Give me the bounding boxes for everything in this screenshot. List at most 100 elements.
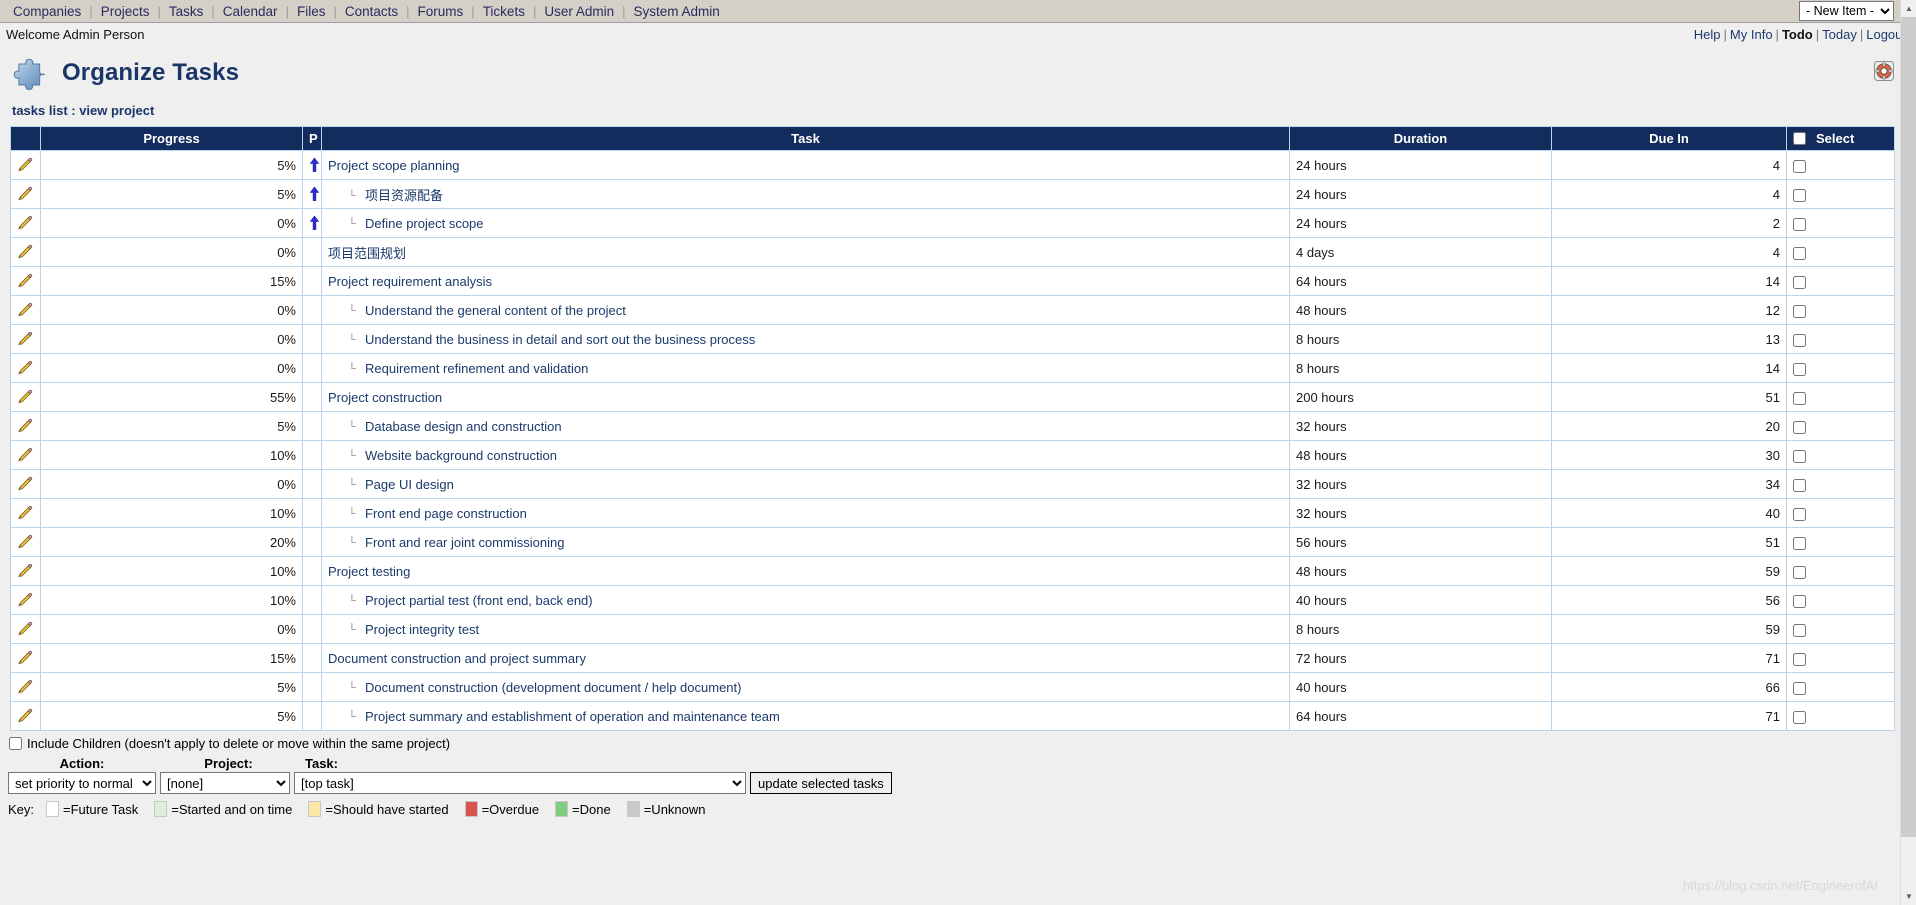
scrollbar-thumb[interactable]	[1901, 17, 1916, 837]
priority-cell	[302, 701, 322, 731]
nav-item-list: Companies | Projects | Tasks | Calendar | Files |…	[5, 4, 728, 19]
task-link[interactable]: Project construction	[328, 390, 442, 405]
pencil-edit-icon[interactable]	[17, 505, 33, 521]
row-select-checkbox[interactable]	[1793, 710, 1806, 724]
pencil-edit-icon[interactable]	[17, 389, 33, 405]
row-select-checkbox[interactable]	[1793, 478, 1806, 492]
task-link[interactable]: Project requirement analysis	[328, 274, 492, 289]
task-link[interactable]: Database design and construction	[365, 419, 562, 434]
pencil-edit-icon[interactable]	[17, 302, 33, 318]
task-link[interactable]: Understand the business in detail and so…	[365, 332, 755, 347]
col-header-duration[interactable]: Duration	[1289, 126, 1552, 151]
task-link[interactable]: Document construction (development docum…	[365, 680, 741, 695]
task-link[interactable]: Understand the general content of the pr…	[365, 303, 626, 318]
col-header-task[interactable]: Task	[321, 126, 1290, 151]
pencil-edit-icon[interactable]	[17, 157, 33, 173]
pencil-edit-icon[interactable]	[17, 418, 33, 434]
due-in-cell: 30	[1551, 440, 1787, 470]
scroll-down-arrow-icon[interactable]: ▼	[1901, 888, 1916, 905]
task-link[interactable]: Front and rear joint commissioning	[365, 535, 564, 550]
task-link[interactable]: 项目范围规划	[328, 246, 406, 261]
task-link[interactable]: Page UI design	[365, 477, 454, 492]
pencil-edit-icon[interactable]	[17, 679, 33, 695]
pencil-edit-icon[interactable]	[17, 273, 33, 289]
row-select-checkbox[interactable]	[1793, 333, 1806, 347]
pencil-edit-icon[interactable]	[17, 186, 33, 202]
row-select-checkbox[interactable]	[1793, 188, 1806, 202]
project-select[interactable]: [none]	[160, 772, 290, 794]
pencil-edit-icon[interactable]	[17, 244, 33, 260]
task-link[interactable]: 项目资源配备	[365, 188, 443, 203]
pencil-edit-icon[interactable]	[17, 476, 33, 492]
task-link[interactable]: Project integrity test	[365, 622, 479, 637]
col-header-priority[interactable]: P	[302, 126, 322, 151]
nav-item-tickets[interactable]: Tickets	[475, 4, 533, 19]
update-selected-tasks-button[interactable]: update selected tasks	[750, 772, 892, 794]
breadcrumb-link[interactable]: tasks list : view project	[12, 103, 154, 118]
row-select-checkbox[interactable]	[1793, 652, 1806, 666]
row-select-checkbox[interactable]	[1793, 159, 1806, 173]
include-children-checkbox[interactable]	[9, 737, 22, 750]
row-select-checkbox[interactable]	[1793, 217, 1806, 231]
include-children-row[interactable]: Include Children (doesn't apply to delet…	[8, 736, 1916, 751]
key-item: =Done	[555, 801, 611, 817]
pencil-edit-icon[interactable]	[17, 621, 33, 637]
task-link[interactable]: Document construction and project summar…	[328, 651, 586, 666]
row-select-checkbox[interactable]	[1793, 681, 1806, 695]
task-link[interactable]: Define project scope	[365, 216, 484, 231]
row-select-checkbox[interactable]	[1793, 536, 1806, 550]
pencil-edit-icon[interactable]	[17, 708, 33, 724]
life-ring-icon[interactable]	[1874, 61, 1894, 81]
user-link-today[interactable]: Today	[1822, 27, 1857, 42]
task-link[interactable]: Project summary and establishment of ope…	[365, 709, 780, 724]
row-select-checkbox[interactable]	[1793, 246, 1806, 260]
nav-item-forums[interactable]: Forums	[410, 4, 472, 19]
pencil-edit-icon[interactable]	[17, 534, 33, 550]
nav-item-system-admin[interactable]: System Admin	[626, 4, 728, 19]
pencil-edit-icon[interactable]	[17, 592, 33, 608]
key-item: =Overdue	[464, 801, 539, 817]
task-link[interactable]: Website background construction	[365, 448, 557, 463]
user-link-my-info[interactable]: My Info	[1730, 27, 1773, 42]
breadcrumb[interactable]: tasks list : view project	[0, 99, 1916, 126]
pencil-edit-icon[interactable]	[17, 563, 33, 579]
row-select-checkbox[interactable]	[1793, 565, 1806, 579]
row-select-checkbox[interactable]	[1793, 594, 1806, 608]
task-link[interactable]: Project testing	[328, 564, 410, 579]
row-select-checkbox[interactable]	[1793, 449, 1806, 463]
nav-item-companies[interactable]: Companies	[5, 4, 89, 19]
pencil-edit-icon[interactable]	[17, 650, 33, 666]
row-select-checkbox[interactable]	[1793, 507, 1806, 521]
row-select-checkbox[interactable]	[1793, 623, 1806, 637]
scroll-up-arrow-icon[interactable]: ▲	[1901, 0, 1916, 17]
nav-item-files[interactable]: Files	[289, 4, 334, 19]
task-name-cell: └ Front and rear joint commissioning	[321, 527, 1290, 557]
nav-item-calendar[interactable]: Calendar	[215, 4, 286, 19]
pencil-edit-icon[interactable]	[17, 331, 33, 347]
user-link-todo[interactable]: Todo	[1782, 27, 1813, 42]
nav-item-projects[interactable]: Projects	[93, 4, 158, 19]
task-link[interactable]: Project partial test (front end, back en…	[365, 593, 593, 608]
task-select[interactable]: [top task]	[294, 772, 746, 794]
user-link-help[interactable]: Help	[1694, 27, 1721, 42]
col-header-progress[interactable]: Progress	[40, 126, 303, 151]
pencil-edit-icon[interactable]	[17, 447, 33, 463]
action-select[interactable]: set priority to normal	[8, 772, 156, 794]
row-select-checkbox[interactable]	[1793, 362, 1806, 376]
nav-item-user-admin[interactable]: User Admin	[536, 4, 622, 19]
col-header-duein[interactable]: Due In	[1551, 126, 1787, 151]
row-select-checkbox[interactable]	[1793, 275, 1806, 289]
pencil-edit-icon[interactable]	[17, 215, 33, 231]
task-link[interactable]: Project scope planning	[328, 158, 460, 173]
nav-item-tasks[interactable]: Tasks	[161, 4, 212, 19]
row-select-checkbox[interactable]	[1793, 304, 1806, 318]
new-item-select[interactable]: - New Item -	[1799, 1, 1894, 21]
row-select-checkbox[interactable]	[1793, 420, 1806, 434]
pencil-edit-icon[interactable]	[17, 360, 33, 376]
vertical-scrollbar[interactable]: ▲ ▼	[1900, 0, 1916, 905]
nav-item-contacts[interactable]: Contacts	[337, 4, 406, 19]
task-link[interactable]: Requirement refinement and validation	[365, 361, 588, 376]
row-select-checkbox[interactable]	[1793, 391, 1806, 405]
select-all-checkbox[interactable]	[1793, 132, 1806, 145]
task-link[interactable]: Front end page construction	[365, 506, 527, 521]
